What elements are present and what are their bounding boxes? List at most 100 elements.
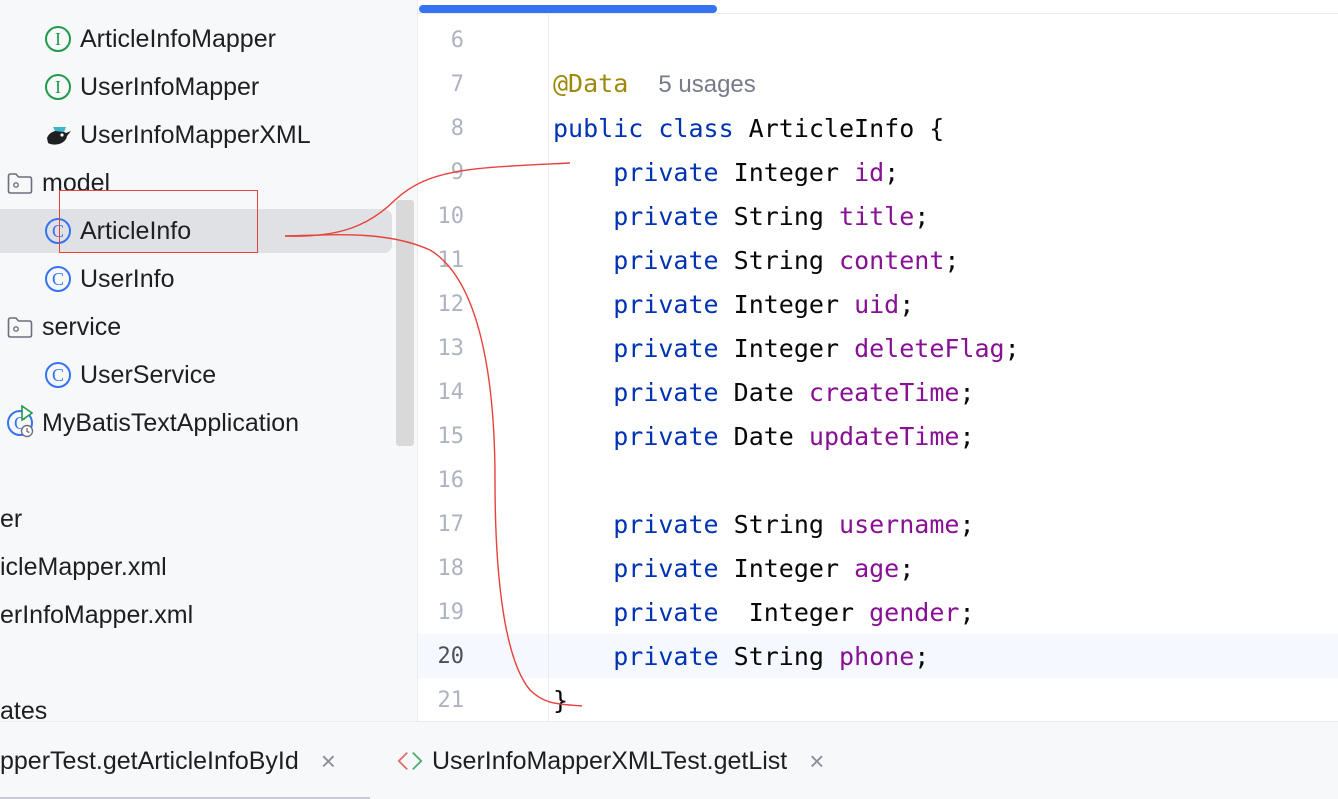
keyword: private: [613, 245, 719, 275]
field-name: username: [839, 509, 960, 539]
usages-hint[interactable]: 5 usages: [658, 71, 755, 98]
field-type: Integer: [733, 597, 855, 627]
line-number: 15: [437, 423, 465, 449]
code-line[interactable]: 13 private Integer deleteFlag;: [418, 326, 1338, 370]
field-type: String: [733, 641, 824, 671]
tree-item-articleinfomapper[interactable]: I ArticleInfoMapper: [0, 17, 392, 61]
code-text: private Integer gender;: [613, 597, 975, 627]
code-text: private String phone;: [613, 641, 930, 671]
tree-item-label: ArticleInfoMapper: [80, 24, 276, 53]
field-name: phone: [839, 641, 915, 671]
line-number: 12: [437, 291, 465, 317]
code-line[interactable]: 14 private Date createTime;: [418, 370, 1338, 414]
line-number: 7: [450, 71, 464, 97]
code-text: private String title;: [613, 201, 930, 231]
run-tab-getarticleinfobyid[interactable]: pperTest.getArticleInfoById ×: [0, 722, 370, 799]
keyword: private: [613, 201, 719, 231]
code-editor[interactable]: 6 7 @Data 5 usages 8 public class Articl…: [417, 0, 1338, 721]
line-number: 6: [450, 27, 464, 53]
code-line[interactable]: 10 private String title;: [418, 194, 1338, 238]
tree-item-articlemapper-xml[interactable]: icleMapper.xml: [0, 545, 392, 589]
tree-item-userinfomapper-xml[interactable]: erInfoMapper.xml: [0, 593, 392, 637]
tree-item-templates-partial[interactable]: ates: [0, 689, 392, 722]
spring-boot-app-icon: C: [6, 405, 34, 438]
code-text: private Integer uid;: [613, 289, 915, 319]
code-text: }: [553, 685, 569, 715]
field-type: Integer: [733, 333, 839, 363]
code-line[interactable]: 19 private Integer gender;: [418, 590, 1338, 634]
test-diff-icon: [396, 747, 424, 775]
line-number: 18: [437, 555, 465, 581]
field-type: Date: [733, 421, 794, 451]
annotation-rectangle: [59, 190, 258, 253]
code-text: private String content;: [613, 245, 960, 275]
tree-item-label: UserInfoMapperXML: [80, 120, 311, 149]
field-name: createTime: [808, 377, 960, 407]
code-line[interactable]: 8 public class ArticleInfo {: [418, 106, 1338, 150]
close-icon[interactable]: ×: [809, 746, 824, 777]
line-number: 11: [437, 247, 465, 273]
field-type: Date: [733, 377, 794, 407]
tree-scrollbar[interactable]: [396, 200, 414, 446]
class-declaration: ArticleInfo {: [733, 113, 945, 143]
keyword: private: [613, 157, 719, 187]
code-line[interactable]: 11 private String content;: [418, 238, 1338, 282]
keyword: private: [613, 553, 719, 583]
field-name: uid: [854, 289, 900, 319]
tree-item-service[interactable]: service: [0, 305, 392, 349]
code-line[interactable]: 15 private Date updateTime;: [418, 414, 1338, 458]
package-folder-icon: [6, 313, 34, 341]
run-tabs-bar: pperTest.getArticleInfoById × UserInfoMa…: [0, 721, 1338, 799]
tree-item-folder-partial[interactable]: er: [0, 497, 392, 541]
tree-item-label: UserInfo: [80, 264, 175, 293]
code-line[interactable]: 16: [418, 458, 1338, 502]
line-number: 16: [437, 467, 465, 493]
code-line[interactable]: 18 private Integer age;: [418, 546, 1338, 590]
code-line[interactable]: 9 private Integer id;: [418, 150, 1338, 194]
code-text: private Date updateTime;: [613, 421, 975, 451]
package-folder-icon: [6, 169, 34, 197]
code-text: private Integer age;: [613, 553, 915, 583]
keyword: public class: [553, 113, 734, 143]
line-number: 9: [450, 159, 464, 185]
line-number: 19: [437, 599, 465, 625]
class-icon: C: [44, 361, 72, 389]
interface-icon: I: [44, 73, 72, 101]
code-line-current[interactable]: 20 private String phone;: [418, 634, 1338, 678]
tree-item-userinfomapperxml[interactable]: UserInfoMapperXML: [0, 113, 392, 157]
tree-item-label: ates: [0, 696, 48, 722]
line-number: 14: [437, 379, 465, 405]
code-text: private Integer id;: [613, 157, 900, 187]
tree-item-label: icleMapper.xml: [0, 552, 167, 581]
run-tab-label: pperTest.getArticleInfoById: [0, 746, 299, 775]
field-name: updateTime: [808, 421, 960, 451]
code-line[interactable]: 6: [418, 18, 1338, 62]
code-line[interactable]: 21 }: [418, 678, 1338, 721]
keyword: private: [613, 597, 719, 627]
line-number: 17: [437, 511, 465, 537]
line-number: 10: [437, 203, 465, 229]
field-type: Integer: [733, 157, 839, 187]
project-tree: I ArticleInfoMapper I UserInfoMapper Use…: [0, 0, 417, 721]
field-name: title: [839, 201, 915, 231]
code-line[interactable]: 12 private Integer uid;: [418, 282, 1338, 326]
tree-item-userinfo[interactable]: C UserInfo: [0, 257, 392, 301]
code-line[interactable]: 7 @Data 5 usages: [418, 62, 1338, 106]
tree-item-userservice[interactable]: C UserService: [0, 353, 392, 397]
tree-item-label: UserInfoMapper: [80, 72, 260, 101]
tree-item-userinfomapper[interactable]: I UserInfoMapper: [0, 65, 392, 109]
tree-item-mybatistextapplication[interactable]: C MyBatisTextApplication: [0, 401, 392, 445]
editor-top-border: [418, 13, 1338, 14]
field-type: Integer: [733, 553, 839, 583]
keyword: private: [613, 289, 719, 319]
code-text: private Integer deleteFlag;: [613, 333, 1020, 363]
annotation-data: @Data: [553, 69, 629, 98]
field-name: content: [839, 245, 945, 275]
close-icon[interactable]: ×: [321, 746, 336, 777]
tree-item-label: er: [0, 504, 23, 533]
line-number: 8: [450, 115, 464, 141]
field-type: Integer: [733, 289, 839, 319]
code-line[interactable]: 17 private String username;: [418, 502, 1338, 546]
run-tab-getlist[interactable]: UserInfoMapperXMLTest.getList ×: [396, 722, 824, 799]
tree-item-label: UserService: [80, 360, 217, 389]
